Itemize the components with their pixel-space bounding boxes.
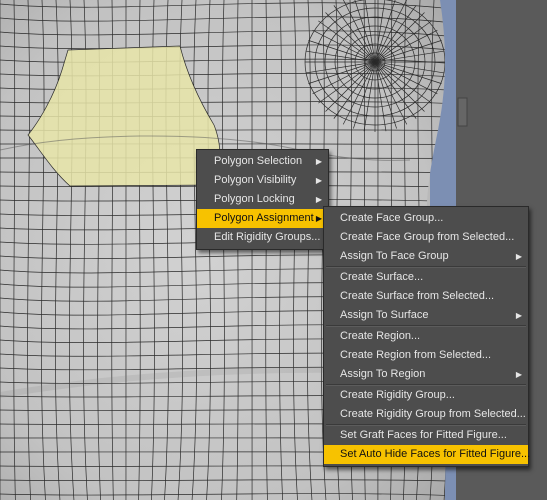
menu-item-create-region[interactable]: Create Region... <box>324 327 528 346</box>
menu-item-label: Create Rigidity Group... <box>340 389 455 401</box>
menu-item-polygon-selection[interactable]: Polygon Selection ▶ <box>197 152 328 171</box>
menu-item-polygon-assignment[interactable]: Polygon Assignment ▶ <box>197 209 328 228</box>
polygon-context-menu: Polygon Selection ▶ Polygon Visibility ▶… <box>196 149 329 250</box>
menu-item-label: Assign To Face Group <box>340 250 449 262</box>
menu-item-polygon-locking[interactable]: Polygon Locking ▶ <box>197 190 328 209</box>
menu-item-set-graft-faces[interactable]: Set Graft Faces for Fitted Figure... <box>324 426 528 445</box>
menu-item-label: Create Surface... <box>340 271 424 283</box>
menu-item-label: Create Region... <box>340 330 421 342</box>
menu-item-label: Assign To Surface <box>340 309 429 321</box>
menu-item-label: Create Rigidity Group from Selected... <box>340 408 526 420</box>
menu-item-label: Edit Rigidity Groups... <box>214 231 321 243</box>
menu-item-create-surface-from-selected[interactable]: Create Surface from Selected... <box>324 287 528 306</box>
menu-item-label: Polygon Assignment <box>214 212 314 224</box>
menu-item-label: Polygon Selection <box>214 155 303 167</box>
menu-item-label: Set Auto Hide Faces for Fitted Figure... <box>340 448 531 460</box>
menu-item-assign-to-face-group[interactable]: Assign To Face Group ▶ <box>324 247 528 266</box>
menu-item-create-face-group[interactable]: Create Face Group... <box>324 209 528 228</box>
menu-item-create-region-from-selected[interactable]: Create Region from Selected... <box>324 346 528 365</box>
polygon-assignment-submenu: Create Face Group... Create Face Group f… <box>323 206 531 467</box>
menu-item-label: Polygon Visibility <box>214 174 297 186</box>
menu-item-create-surface[interactable]: Create Surface... <box>324 268 528 287</box>
submenu-arrow-icon: ▶ <box>315 157 322 166</box>
menu-item-label: Assign To Region <box>340 368 426 380</box>
menu-item-edit-rigidity-groups[interactable]: Edit Rigidity Groups... <box>197 228 328 247</box>
menu-item-set-auto-hide-faces[interactable]: Set Auto Hide Faces for Fitted Figure... <box>324 445 531 464</box>
menu-item-label: Polygon Locking <box>214 193 295 205</box>
submenu-arrow-icon: ▶ <box>515 252 522 261</box>
3d-viewport[interactable]: Polygon Selection ▶ Polygon Visibility ▶… <box>0 0 547 500</box>
submenu-arrow-icon: ▶ <box>315 214 322 223</box>
submenu-arrow-icon: ▶ <box>315 195 322 204</box>
menu-item-assign-to-region[interactable]: Assign To Region ▶ <box>324 365 528 384</box>
menu-item-create-rigidity-group[interactable]: Create Rigidity Group... <box>324 386 528 405</box>
submenu-arrow-icon: ▶ <box>515 370 522 379</box>
menu-item-label: Set Graft Faces for Fitted Figure... <box>340 429 507 441</box>
menu-item-create-rigidity-group-from-selected[interactable]: Create Rigidity Group from Selected... <box>324 405 528 424</box>
menu-item-assign-to-surface[interactable]: Assign To Surface ▶ <box>324 306 528 325</box>
submenu-arrow-icon: ▶ <box>315 176 322 185</box>
menu-item-label: Create Face Group... <box>340 212 444 224</box>
submenu-arrow-icon: ▶ <box>515 311 522 320</box>
menu-item-label: Create Region from Selected... <box>340 349 492 361</box>
menu-item-label: Create Face Group from Selected... <box>340 231 515 243</box>
menu-item-create-face-group-from-selected[interactable]: Create Face Group from Selected... <box>324 228 528 247</box>
menu-item-polygon-visibility[interactable]: Polygon Visibility ▶ <box>197 171 328 190</box>
menu-item-label: Create Surface from Selected... <box>340 290 495 302</box>
